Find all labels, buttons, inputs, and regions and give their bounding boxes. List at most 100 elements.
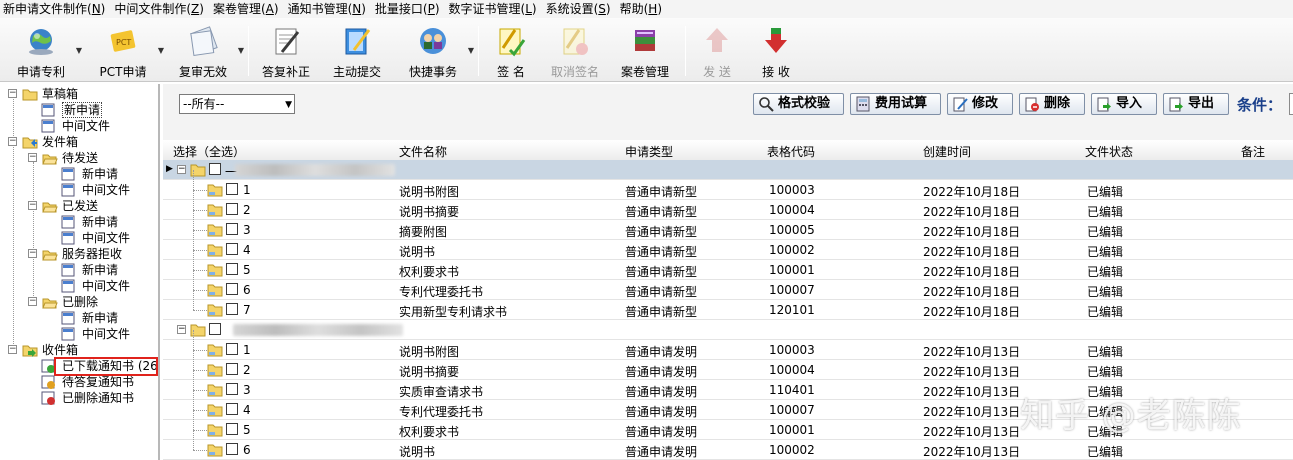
tree-deleted[interactable]: − 已删除 — [28, 294, 158, 310]
table-row[interactable]: 4 说明书 普通申请新型 100002 2022年10月18日 已编辑 — [163, 240, 1293, 260]
tree-rejected-mid[interactable]: 中间文件 — [60, 278, 158, 294]
row-checkbox[interactable] — [226, 183, 238, 195]
reply-correction-button[interactable]: 答复补正 — [254, 22, 318, 80]
modify-button[interactable]: 修改 — [947, 93, 1013, 115]
file-folder-icon — [207, 444, 223, 457]
menu-new-application[interactable]: 新申请文件制作(N) — [3, 0, 105, 18]
table-row[interactable]: 6 说明书 普通申请发明 100002 2022年10月13日 已编辑 — [163, 440, 1293, 460]
created-time-cell: 2022年10月13日 — [923, 345, 1021, 359]
table-row[interactable]: 3 摘要附图 普通申请新型 100005 2022年10月18日 已编辑 — [163, 220, 1293, 240]
collapse-icon[interactable]: − — [28, 201, 37, 210]
table-row[interactable]: 6 专利代理委托书 普通申请新型 100007 2022年10月18日 已编辑 — [163, 280, 1293, 300]
header-apply-type[interactable]: 申请类型 — [625, 143, 673, 160]
table-row-group[interactable]: ▶ − 一 — [163, 160, 1293, 180]
header-file-status[interactable]: 文件状态 — [1085, 143, 1133, 160]
review-invalid-button[interactable]: 复审无效 ▼ — [170, 22, 244, 80]
format-check-button[interactable]: 格式校验 — [753, 93, 844, 115]
pct-apply-button[interactable]: PCT PCT申请 ▼ — [90, 22, 164, 80]
menu-help[interactable]: 帮助(H) — [620, 0, 662, 18]
row-checkbox[interactable] — [226, 443, 238, 455]
menu-batch-interface[interactable]: 批量接口(P) — [375, 0, 440, 18]
dropdown-arrow-icon[interactable]: ▼ — [76, 46, 82, 55]
row-checkbox[interactable] — [226, 343, 238, 355]
header-note[interactable]: 备注 — [1241, 143, 1265, 160]
form-code-cell: 100003 — [769, 183, 815, 197]
header-file-name[interactable]: 文件名称 — [399, 143, 447, 160]
tree-pending-reply-notices[interactable]: 待答复通知书 — [40, 374, 158, 390]
menu-intermediate-file[interactable]: 中间文件制作(Z) — [114, 0, 204, 18]
dropdown-arrow-icon[interactable]: ▼ — [468, 46, 474, 55]
row-checkbox[interactable] — [226, 423, 238, 435]
tree-label: 待发送 — [62, 151, 99, 165]
row-checkbox[interactable] — [226, 363, 238, 375]
delete-button[interactable]: 删除 — [1019, 93, 1085, 115]
row-checkbox[interactable] — [226, 203, 238, 215]
collapse-icon[interactable]: − — [28, 297, 37, 306]
tree-pending-mid[interactable]: 中间文件 — [60, 182, 158, 198]
table-row[interactable]: 2 说明书摘要 普通申请新型 100004 2022年10月18日 已编辑 — [163, 200, 1293, 220]
menu-case-management[interactable]: 案卷管理(A) — [213, 0, 279, 18]
tree-draft-new[interactable]: 新申请 — [40, 102, 158, 118]
dropdown-arrow-icon[interactable]: ▼ — [238, 46, 244, 55]
tree-sent-mid[interactable]: 中间文件 — [60, 230, 158, 246]
filter-select[interactable]: --所有-- ▼ — [179, 94, 295, 114]
active-submit-button[interactable]: 主动提交 — [325, 22, 389, 80]
collapse-icon[interactable]: − — [8, 89, 17, 98]
tree-pending-new[interactable]: 新申请 — [60, 166, 158, 182]
row-checkbox[interactable] — [209, 163, 221, 175]
collapse-icon[interactable]: − — [28, 249, 37, 258]
table-row[interactable]: 1 说明书附图 普通申请发明 100003 2022年10月13日 已编辑 — [163, 340, 1293, 360]
row-checkbox[interactable] — [226, 303, 238, 315]
header-created-time[interactable]: 创建时间 — [923, 143, 971, 160]
sign-button[interactable]: 签 名 — [484, 22, 538, 80]
row-checkbox[interactable] — [226, 383, 238, 395]
table-row[interactable]: 2 说明书摘要 普通申请发明 100004 2022年10月13日 已编辑 — [163, 360, 1293, 380]
dropdown-arrow-icon[interactable]: ▼ — [158, 46, 164, 55]
tree-sent-new[interactable]: 新申请 — [60, 214, 158, 230]
fee-trial-button[interactable]: 费用试算 — [850, 93, 941, 115]
table-row[interactable]: 1 说明书附图 普通申请新型 100003 2022年10月18日 已编辑 — [163, 180, 1293, 200]
row-checkbox[interactable] — [209, 323, 221, 335]
condition-input[interactable] — [1289, 93, 1293, 115]
menu-notice-management[interactable]: 通知书管理(N) — [288, 0, 366, 18]
tree-deleted-notices[interactable]: 已删除通知书 — [40, 390, 158, 406]
header-select-all[interactable]: 选择（全选） — [173, 143, 245, 160]
row-checkbox[interactable] — [226, 403, 238, 415]
row-checkbox[interactable] — [226, 283, 238, 295]
row-checkbox[interactable] — [226, 263, 238, 275]
export-button[interactable]: 导出 — [1163, 93, 1229, 115]
table-row[interactable]: 7 实用新型专利请求书 普通申请新型 120101 2022年10月18日 已编辑 — [163, 300, 1293, 320]
tree-deleted-mid[interactable]: 中间文件 — [60, 326, 158, 342]
tree-pending-send[interactable]: − 待发送 — [28, 150, 158, 166]
notice-icon — [41, 391, 55, 405]
import-button[interactable]: 导入 — [1091, 93, 1157, 115]
tree-deleted-new[interactable]: 新申请 — [60, 310, 158, 326]
menu-system-settings[interactable]: 系统设置(S) — [546, 0, 611, 18]
send-button[interactable]: 发 送 — [692, 22, 742, 80]
case-management-button[interactable]: 案卷管理 — [612, 22, 678, 80]
collapse-icon[interactable]: − — [8, 137, 17, 146]
table-row[interactable]: 5 权利要求书 普通申请新型 100001 2022年10月18日 已编辑 — [163, 260, 1293, 280]
collapse-icon[interactable]: − — [177, 325, 186, 334]
collapse-icon[interactable]: − — [28, 153, 37, 162]
apply-patent-button[interactable]: 申请专利 ▼ — [8, 22, 82, 80]
collapse-icon[interactable]: − — [177, 165, 186, 174]
tree-draft-box[interactable]: − 草稿箱 — [8, 86, 158, 102]
row-checkbox[interactable] — [226, 223, 238, 235]
header-form-code[interactable]: 表格代码 — [767, 143, 815, 160]
tree-rejected-new[interactable]: 新申请 — [60, 262, 158, 278]
tree-inbox[interactable]: − 收件箱 — [8, 342, 158, 358]
table-row-group[interactable]: − — [163, 320, 1293, 340]
quick-affairs-button[interactable]: 快捷事务 ▼ — [400, 22, 474, 80]
tree-outbox[interactable]: − 发件箱 — [8, 134, 158, 150]
collapse-icon[interactable]: − — [8, 345, 17, 354]
cancel-sign-button[interactable]: 取消签名 — [546, 22, 604, 80]
row-checkbox[interactable] — [226, 243, 238, 255]
tree-draft-mid[interactable]: 中间文件 — [40, 118, 158, 134]
row-number: 7 — [243, 303, 251, 317]
toolbar-separator — [685, 26, 686, 76]
menu-digital-certificate[interactable]: 数字证书管理(L) — [449, 0, 537, 18]
tree-server-rejected[interactable]: − 服务器拒收 — [28, 246, 158, 262]
tree-sent[interactable]: − 已发送 — [28, 198, 158, 214]
receive-button[interactable]: 接 收 — [750, 22, 802, 80]
